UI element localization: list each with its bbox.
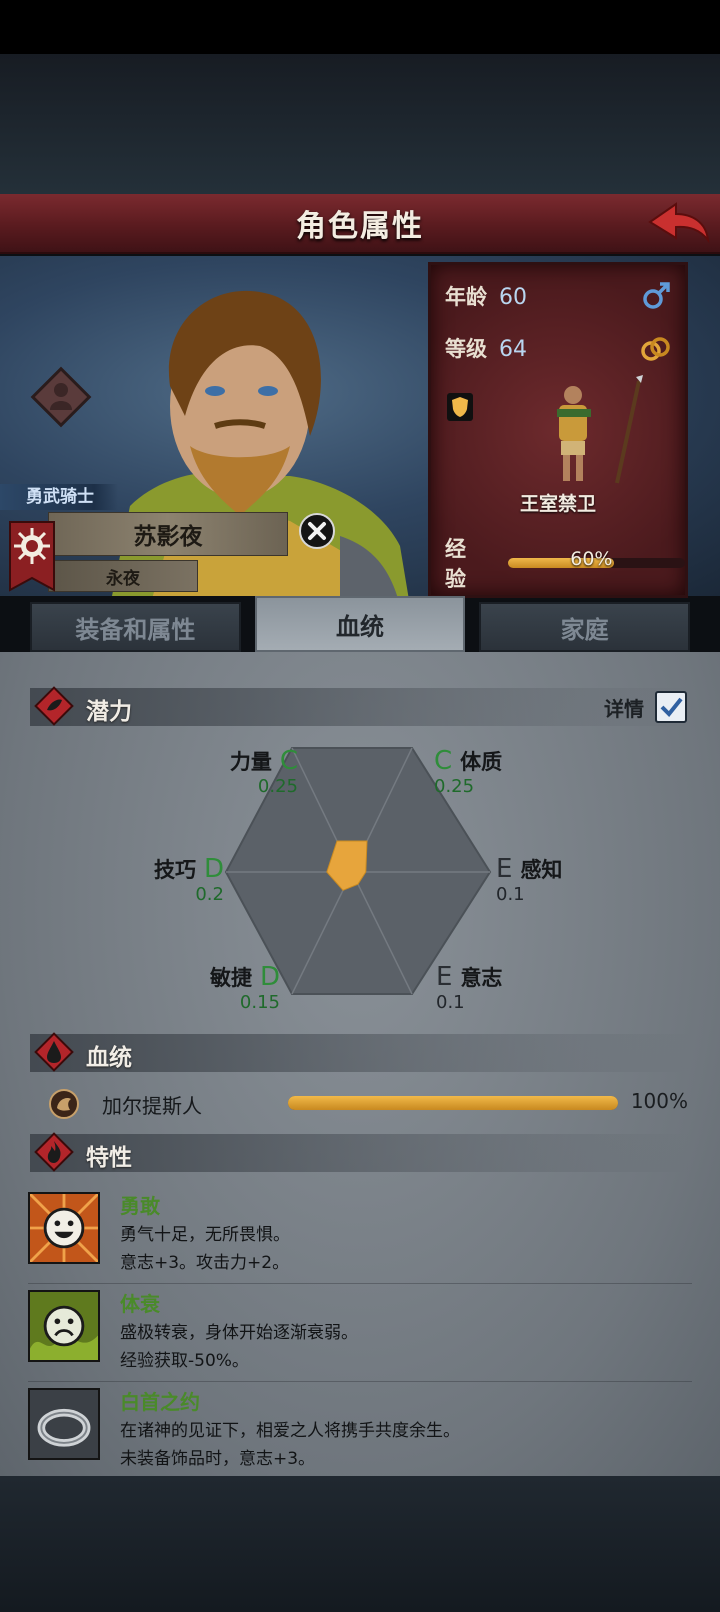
stat-constitution: C 体质 0.25 (434, 746, 534, 797)
bloodline-title: 血统 (86, 1045, 132, 1071)
trait-item[interactable]: 勇敢 勇气十足，无所畏惧。 意志+3。攻击力+2。 (28, 1188, 692, 1284)
stat-grade: E (496, 854, 513, 884)
level-row: 等级 64 (445, 333, 527, 363)
shield-badge-icon (447, 393, 473, 421)
potential-section-header: 潜力 (30, 686, 690, 726)
stat-grade: D (203, 854, 224, 884)
bloodline-percent: 100% (630, 1089, 688, 1113)
stat-value: 0.15 (239, 992, 280, 1013)
status-bar (0, 0, 720, 54)
stat-value: 0.25 (434, 776, 475, 797)
traits-title: 特性 (86, 1145, 132, 1171)
character-title: 永夜 (106, 568, 140, 589)
level-label: 等级 (445, 337, 487, 361)
trait-name: 勇敢 (120, 1194, 160, 1218)
close-icon[interactable] (298, 512, 336, 550)
stat-name: 敏捷 (209, 966, 252, 990)
detail-toggle[interactable]: 详情 (604, 690, 688, 724)
experience-percent: 60% (570, 548, 613, 570)
bottom-background (0, 1476, 720, 1612)
sad-face-icon (28, 1290, 100, 1362)
trait-description: 勇气十足，无所畏惧。 (120, 1225, 290, 1245)
info-card: 年龄 60 等级 64 王室禁卫 经验 60% (428, 262, 688, 598)
stat-strength: 力量 C 0.25 (198, 746, 298, 797)
experience-row: 经验 60% (445, 533, 685, 593)
class-emblem-icon (30, 366, 92, 428)
trait-name: 体衰 (120, 1292, 160, 1316)
name-plate: 苏影夜 (48, 512, 288, 556)
potential-title: 潜力 (86, 699, 132, 725)
stat-agility: 敏捷 D 0.15 (180, 962, 280, 1013)
troop-unit-figure (557, 375, 643, 484)
experience-bar: 60% (508, 548, 685, 570)
stat-value: 0.2 (195, 884, 224, 905)
exp-label: 经验 (445, 537, 466, 591)
stat-skill: 技巧 D 0.2 (124, 854, 224, 905)
page-title: 角色属性 (296, 209, 424, 244)
title-bar: 角色属性 (0, 194, 720, 254)
stat-grade: D (259, 962, 280, 992)
stat-name: 体质 (460, 750, 503, 774)
stat-grade: C (434, 746, 453, 776)
stat-perception: E 感知 0.1 (496, 854, 596, 905)
back-arrow-icon[interactable] (646, 200, 710, 248)
stat-grade: C (279, 746, 298, 776)
trait-effect: 经验获取-50%。 (120, 1351, 249, 1371)
stat-name: 技巧 (153, 858, 196, 882)
trait-item[interactable]: 体衰 盛极转衰，身体开始逐渐衰弱。 经验获取-50%。 (28, 1286, 692, 1382)
trait-description: 在诸神的见证下，相爱之人将携手共度余生。 (120, 1421, 460, 1441)
age-row: 年龄 60 (445, 281, 527, 311)
bloodline-crest-icon (49, 1089, 79, 1119)
stat-value: 0.1 (436, 992, 465, 1013)
flame-icon (34, 1132, 74, 1172)
potential-radar-chart (224, 747, 492, 995)
traits-section-header: 特性 (30, 1132, 690, 1172)
age-label: 年龄 (445, 285, 487, 309)
stat-value: 0.25 (257, 776, 298, 797)
detail-checkbox[interactable] (654, 690, 688, 724)
happy-face-icon (28, 1192, 100, 1264)
bloodline-bar (288, 1096, 618, 1110)
detail-label: 详情 (604, 696, 644, 721)
tab-family[interactable]: 家庭 (479, 602, 691, 652)
stat-grade: E (436, 962, 453, 992)
wedding-rings-icon (641, 337, 670, 361)
troop-name: 王室禁卫 (519, 493, 596, 515)
stat-name: 力量 (229, 750, 272, 774)
trait-description: 盛极转衰，身体开始逐渐衰弱。 (120, 1323, 358, 1343)
trait-effect: 意志+3。攻击力+2。 (120, 1253, 290, 1273)
tab-equipment-attributes[interactable]: 装备和属性 (30, 602, 241, 652)
top-background (0, 54, 720, 194)
trait-item[interactable]: 白首之约 在诸神的见证下，相爱之人将携手共度余生。 未装备饰品时，意志+3。 (28, 1384, 692, 1480)
blood-drop-icon (34, 1032, 74, 1072)
bloodline-row: 加尔提斯人 100% (48, 1086, 688, 1122)
age-value: 60 (499, 285, 527, 310)
trait-name: 白首之约 (120, 1390, 200, 1414)
bloodline-name: 加尔提斯人 (102, 1094, 202, 1118)
tab-bar: 装备和属性 血统 家庭 (30, 596, 691, 652)
ring-icon (28, 1388, 100, 1460)
house-banner-icon[interactable] (8, 520, 56, 592)
potential-icon (34, 686, 74, 726)
title-plate: 永夜 (48, 560, 198, 592)
rank-label: 勇武骑士 (0, 484, 118, 510)
tab-bloodline[interactable]: 血统 (254, 596, 466, 652)
bloodline-bar-fill (288, 1096, 618, 1110)
bloodline-section-header: 血统 (30, 1032, 690, 1072)
stat-name: 意志 (460, 966, 503, 990)
stat-name: 感知 (520, 858, 563, 882)
trait-effect: 未装备饰品时，意志+3。 (120, 1449, 316, 1469)
male-gender-icon (643, 282, 670, 309)
stat-value: 0.1 (496, 884, 525, 905)
stat-will: E 意志 0.1 (436, 962, 536, 1013)
character-name: 苏影夜 (133, 524, 203, 550)
level-value: 64 (499, 337, 527, 362)
